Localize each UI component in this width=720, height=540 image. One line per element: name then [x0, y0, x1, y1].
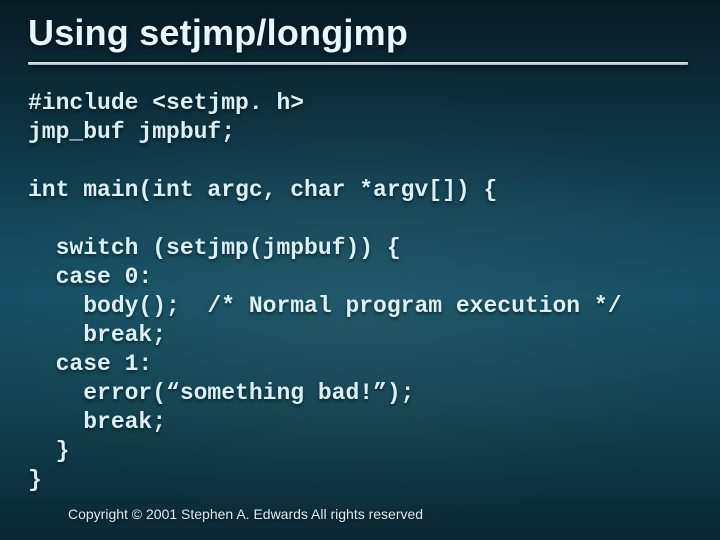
slide-title: Using setjmp/longjmp	[28, 12, 692, 60]
title-block: Using setjmp/longjmp	[28, 12, 692, 65]
copyright-footer: Copyright © 2001 Stephen A. Edwards All …	[68, 506, 423, 522]
code-block: #include <setjmp. h> jmp_buf jmpbuf; int…	[28, 89, 692, 495]
slide: Using setjmp/longjmp #include <setjmp. h…	[0, 0, 720, 540]
title-underline	[28, 62, 688, 65]
